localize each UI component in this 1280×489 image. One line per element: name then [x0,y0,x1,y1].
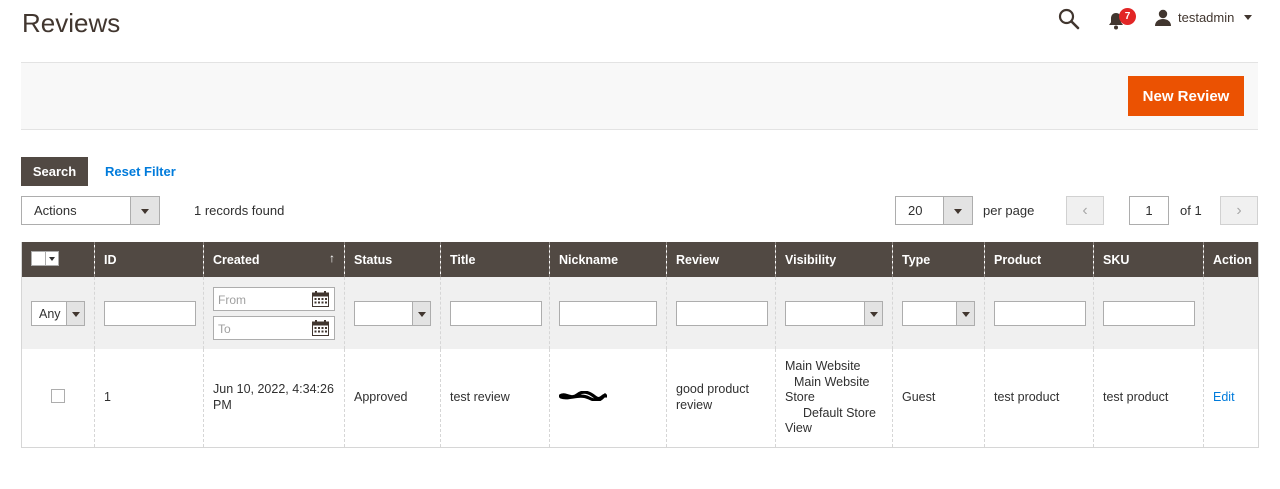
search-button[interactable]: Search [21,157,88,186]
redacted-scribble [559,391,607,401]
title-filter-input[interactable] [450,300,542,326]
visibility-website: Main Website [785,359,861,373]
mass-actions-label: Actions [34,203,77,218]
column-header-action: Action [1203,242,1259,277]
chevron-down-icon [956,301,974,325]
reset-filter-link[interactable]: Reset Filter [105,164,176,179]
column-header-visibility[interactable]: Visibility [775,242,893,277]
cell-review: good product review [666,349,776,447]
chevron-down-icon [864,301,882,325]
grid-header-row: ID Created ↑ Status Title Nickname Review… [21,242,1259,277]
sku-filter-input[interactable] [1103,300,1195,326]
cell-visibility: Main Website Main Website Store Default … [775,349,893,447]
visibility-store-view: Default Store View [785,405,876,436]
mass-actions-select[interactable]: Actions [21,196,160,225]
cell-type: Guest [892,349,985,447]
search-icon[interactable] [1058,8,1080,30]
next-page-button[interactable]: › [1220,196,1258,225]
created-to-input[interactable]: To [213,315,335,340]
mass-filter-select[interactable]: Any [31,300,85,326]
chevron-left-icon: ‹ [1082,201,1088,219]
created-from-input[interactable]: From [213,286,335,311]
new-review-button[interactable]: New Review [1128,76,1244,116]
username-label: testadmin [1178,10,1235,25]
chevron-down-icon [1244,15,1253,20]
cell-id: 1 [94,349,204,447]
records-found-text: 1 records found [194,203,285,218]
column-header-title[interactable]: Title [440,242,550,277]
review-filter-input[interactable] [676,300,768,326]
row-checkbox[interactable] [51,388,65,403]
visibility-filter-select[interactable] [785,300,883,326]
calendar-icon[interactable] [312,319,329,336]
column-header-type[interactable]: Type [892,242,985,277]
column-header-created[interactable]: Created ↑ [203,242,345,277]
any-option: Any [39,306,61,321]
chevron-down-icon [130,197,159,224]
page-actions-bar: New Review [21,62,1258,130]
chevron-down-icon [66,301,84,325]
from-placeholder: From [218,292,246,307]
cell-nickname [549,349,667,447]
column-header-product[interactable]: Product [984,242,1094,277]
column-header-created-label: Created [213,252,260,267]
page-title: Reviews [22,8,121,38]
user-menu[interactable]: testadmin [1154,9,1253,26]
mass-select-header[interactable] [21,242,95,277]
per-page-select[interactable]: 20 [895,196,973,225]
per-page-value: 20 [908,203,923,218]
current-page-input[interactable]: 1 [1129,196,1169,225]
total-pages-label: of 1 [1180,203,1202,218]
column-header-nickname[interactable]: Nickname [549,242,667,277]
action-filter-cell [1203,277,1259,349]
mass-select-dropdown[interactable] [31,251,59,266]
edit-link[interactable]: Edit [1213,390,1235,404]
column-header-id[interactable]: ID [94,242,204,277]
id-filter-input[interactable] [104,300,196,326]
cell-created: Jun 10, 2022, 4:34:26 PM [203,349,345,447]
column-header-sku[interactable]: SKU [1093,242,1204,277]
to-placeholder: To [218,321,231,336]
per-page-label: per page [983,203,1035,218]
chevron-down-icon [45,252,58,265]
cell-product: test product [984,349,1094,447]
calendar-icon[interactable] [312,290,329,307]
chevron-down-icon [943,197,972,224]
cell-sku: test product [1093,349,1204,447]
column-header-status[interactable]: Status [344,242,441,277]
reviews-grid: ID Created ↑ Status Title Nickname Review… [21,242,1259,448]
nickname-filter-input[interactable] [559,300,657,326]
user-icon [1155,9,1171,26]
notification-count-badge: 7 [1119,8,1136,25]
filter-row: Any From To [21,277,1259,349]
column-header-review[interactable]: Review [666,242,776,277]
notifications-button[interactable]: 7 [1108,8,1136,31]
visibility-store: Main Website Store [785,374,870,405]
table-row[interactable]: 1 Jun 10, 2022, 4:34:26 PM Approved test… [21,349,1259,447]
cell-status: Approved [344,349,441,447]
type-filter-select[interactable] [902,300,975,326]
previous-page-button[interactable]: ‹ [1066,196,1104,225]
status-filter-select[interactable] [354,300,431,326]
cell-title: test review [440,349,550,447]
chevron-right-icon: › [1236,201,1242,219]
chevron-down-icon [412,301,430,325]
sort-ascending-icon: ↑ [329,251,335,265]
product-filter-input[interactable] [994,300,1086,326]
